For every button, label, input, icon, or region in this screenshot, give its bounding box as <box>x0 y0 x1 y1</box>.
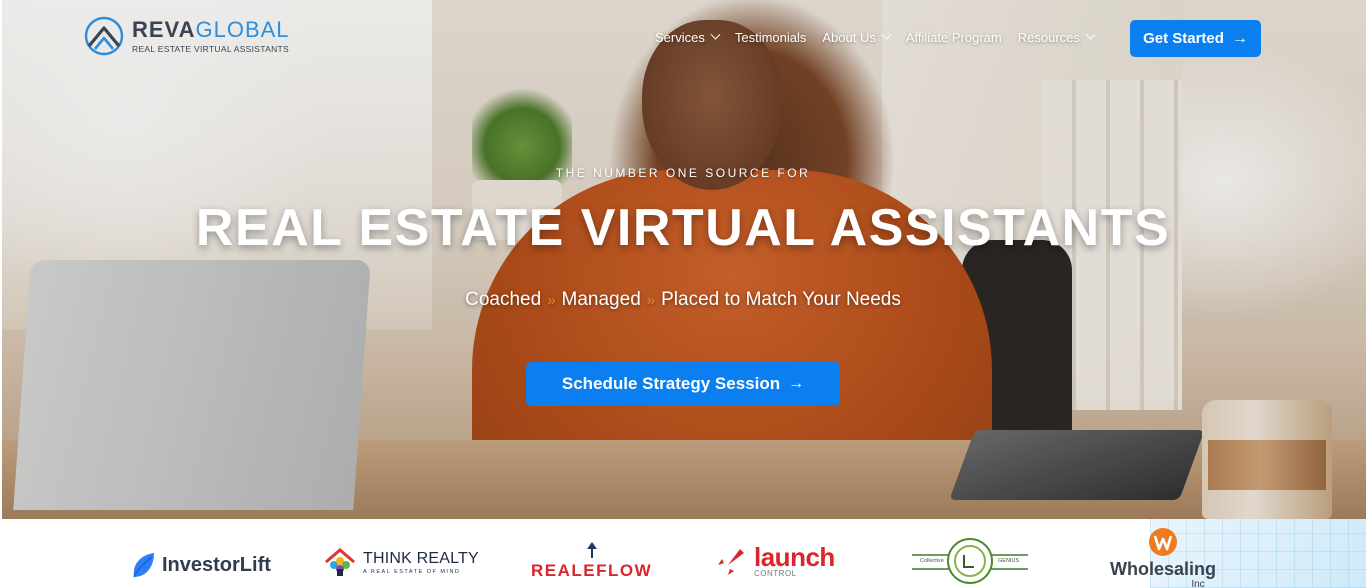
investorlift-leaf-icon <box>133 553 154 578</box>
genius-label: GENIUS <box>998 558 1020 564</box>
get-started-button[interactable]: Get Started → <box>1130 20 1261 57</box>
realeflow-name: REALEFLOW <box>531 561 653 580</box>
think-realty-tagline: A REAL ESTATE OF MIND <box>363 568 461 575</box>
nav-item-testimonials[interactable]: Testimonials <box>735 30 807 45</box>
think-realty-house-icon <box>325 548 355 576</box>
sub-placed: Placed to Match Your Needs <box>661 289 901 310</box>
main-nav: Services Testimonials About Us Affiliate… <box>655 29 1110 45</box>
chevron-down-icon <box>710 29 721 40</box>
brand-tagline: REAL ESTATE VIRTUAL ASSISTANTS <box>132 43 290 54</box>
partner-collective-genius[interactable]: Collective GENIUS <box>912 537 1028 585</box>
hero-headline: REAL ESTATE VIRTUAL ASSISTANTS <box>195 199 1171 257</box>
chevron-down-icon <box>881 29 892 40</box>
nav-item-label: About Us <box>822 30 876 45</box>
wholesaling-name: Wholesaling <box>1110 559 1217 579</box>
sub-managed: Managed <box>561 289 641 310</box>
collective-label: Collective <box>920 558 944 564</box>
arrow-right-icon: → <box>1231 29 1248 47</box>
partner-launch-control[interactable]: launch CONTROL <box>714 541 835 579</box>
wholesaling-subtitle: Inc <box>1191 579 1205 588</box>
partner-realeflow[interactable]: REALEFLOW <box>531 541 652 581</box>
nav-item-about-us[interactable]: About Us <box>822 29 892 45</box>
separator-icon: » <box>547 292 556 309</box>
get-started-label: Get Started <box>1143 30 1224 47</box>
brand-name: REVAGLOBAL <box>132 16 290 42</box>
hero-eyebrow: THE NUMBER ONE SOURCE FOR <box>555 166 811 180</box>
nav-item-label: Resources <box>1017 30 1080 45</box>
nav-item-affiliate-program[interactable]: Affiliate Program <box>906 30 1002 45</box>
hero-banner <box>2 0 1366 519</box>
wholesaling-w-icon <box>1149 528 1177 556</box>
nav-item-services[interactable]: Services <box>655 29 721 45</box>
nav-item-label: Affiliate Program <box>905 30 1002 45</box>
nav-item-label: Services <box>655 30 705 45</box>
nav-item-resources[interactable]: Resources <box>1017 29 1096 45</box>
partner-investorlift[interactable]: InvestorLift <box>130 551 271 579</box>
schedule-strategy-session-button[interactable]: Schedule Strategy Session → <box>526 362 840 406</box>
hero-subheadline: Coached » Managed » Placed to Match Your Nee… <box>0 289 1366 311</box>
arrow-right-icon: → <box>788 375 805 392</box>
brand-logo[interactable]: REVAGLOBAL REAL ESTATE VIRTUAL ASSISTANT… <box>84 16 290 56</box>
realeflow-pin-icon <box>586 542 597 558</box>
partner-think-realty[interactable]: THINK REALTY A REAL ESTATE OF MIND <box>323 547 479 577</box>
reva-logo-icon <box>84 16 124 56</box>
rocket-icon <box>718 549 744 575</box>
partner-logos-strip: InvestorLift THINK REALTY A REAL ESTATE … <box>0 519 1366 588</box>
hero-overlay <box>2 0 1366 519</box>
separator-icon: » <box>646 292 656 309</box>
chevron-down-icon <box>1085 29 1096 40</box>
sub-coached: Coached <box>465 289 542 310</box>
think-realty-name: THINK REALTY <box>363 549 479 567</box>
investorlift-name: InvestorLift <box>162 553 271 576</box>
schedule-label: Schedule Strategy Session <box>561 374 781 393</box>
launch-name: launch <box>754 541 835 572</box>
nav-item-label: Testimonials <box>734 30 807 45</box>
partner-wholesaling-inc[interactable]: Wholesaling Inc <box>1110 527 1216 588</box>
